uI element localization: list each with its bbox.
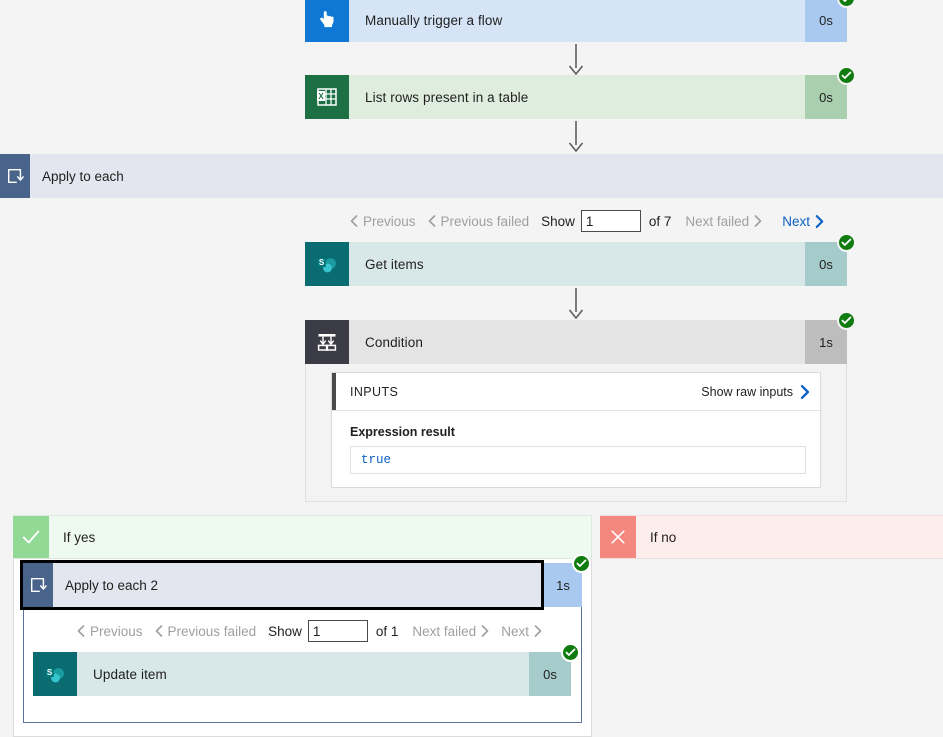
branch-if-no-label: If no: [636, 516, 943, 558]
status-badge-succeeded: [572, 554, 591, 573]
next-failed-label: Next failed: [685, 213, 750, 229]
pagination-apply-to-each-2[interactable]: Previous Previous failed Show of 1 Next …: [77, 620, 542, 642]
show-raw-inputs-link[interactable]: Show raw inputs: [701, 384, 810, 399]
previous-failed-label: Previous failed: [167, 623, 257, 639]
branch-if-no-header[interactable]: If no: [600, 515, 943, 559]
action-card-list-rows[interactable]: X List rows present in a table 0s: [305, 66, 856, 119]
action-card-trigger[interactable]: Manually trigger a flow 0s: [305, 0, 856, 42]
previous-failed-button[interactable]: Previous failed: [428, 213, 530, 229]
svg-text:S: S: [319, 258, 325, 267]
pagination-apply-to-each[interactable]: Previous Previous failed Show of 7 Next …: [350, 210, 824, 232]
apply-to-each-label: Apply to each: [30, 154, 943, 198]
excel-icon: X: [305, 75, 349, 119]
inputs-accent-bar: [332, 373, 336, 410]
apply-to-each-2-label: Apply to each 2: [53, 563, 541, 607]
svg-text:X: X: [318, 92, 324, 101]
inputs-panel-body: Expression result true: [332, 411, 820, 490]
apply-to-each-header[interactable]: Apply to each: [0, 154, 943, 198]
previous-button[interactable]: Previous: [77, 624, 143, 639]
action-card-get-items[interactable]: S Get items 0s: [305, 233, 856, 286]
sharepoint-icon: S: [305, 242, 349, 286]
apply-to-each-2-duration: 1s: [556, 577, 570, 593]
status-badge-succeeded: [837, 311, 856, 330]
next-failed-button[interactable]: Next failed: [412, 624, 489, 639]
branch-if-no: If no: [600, 515, 943, 559]
expression-result-value: true: [350, 446, 806, 474]
action-title: List rows present in a table: [349, 75, 805, 119]
apply-to-each-2-duration-cell: 1s: [544, 554, 591, 607]
previous-button[interactable]: Previous: [350, 214, 416, 229]
inputs-title: INPUTS: [350, 384, 399, 399]
page-count-label: of 7: [648, 213, 672, 229]
svg-text:S: S: [47, 668, 53, 677]
action-title: Update item: [77, 652, 529, 696]
check-icon: [13, 516, 49, 558]
status-badge-succeeded: [561, 643, 580, 662]
show-label: Show: [268, 623, 302, 639]
action-title: Condition: [349, 320, 805, 364]
expression-result-label: Expression result: [350, 425, 455, 439]
chevron-right-icon: [800, 384, 810, 399]
inputs-panel: INPUTS Show raw inputs Expression result…: [331, 372, 821, 488]
next-button[interactable]: Next: [782, 214, 824, 229]
previous-label: Previous: [363, 213, 416, 229]
branch-if-yes-header[interactable]: If yes: [13, 515, 592, 559]
tap-hand-icon: [305, 0, 349, 42]
loop-icon: [23, 563, 53, 607]
sharepoint-icon: S: [33, 652, 77, 696]
condition-branch-icon: [305, 320, 349, 364]
page-number-input[interactable]: [307, 620, 368, 642]
connector-arrow: [566, 288, 586, 320]
previous-label: Previous: [90, 623, 143, 639]
connector-arrow: [566, 121, 586, 153]
page-count-label: of 1: [375, 623, 399, 639]
show-label: Show: [541, 213, 575, 229]
status-badge-succeeded: [837, 66, 856, 85]
x-icon: [600, 516, 636, 558]
apply-to-each-2-header[interactable]: Apply to each 2: [20, 560, 544, 610]
next-label: Next: [501, 623, 529, 639]
next-label: Next: [782, 213, 810, 229]
action-title: Get items: [349, 242, 805, 286]
loop-icon: [0, 154, 30, 198]
previous-failed-button[interactable]: Previous failed: [155, 623, 257, 639]
inputs-panel-header: INPUTS Show raw inputs: [332, 373, 820, 411]
connector-arrow: [566, 44, 586, 76]
next-failed-button[interactable]: Next failed: [685, 214, 762, 229]
next-failed-label: Next failed: [412, 623, 477, 639]
branch-if-yes-label: If yes: [49, 516, 591, 558]
show-raw-inputs-label: Show raw inputs: [701, 384, 793, 399]
status-badge-succeeded: [837, 233, 856, 252]
page-number-input[interactable]: [580, 210, 641, 232]
action-card-update-item[interactable]: S Update item 0s: [33, 643, 580, 696]
next-button[interactable]: Next: [501, 624, 542, 639]
action-card-condition[interactable]: Condition 1s: [305, 311, 856, 364]
previous-failed-label: Previous failed: [440, 213, 530, 229]
action-title: Manually trigger a flow: [349, 0, 805, 42]
